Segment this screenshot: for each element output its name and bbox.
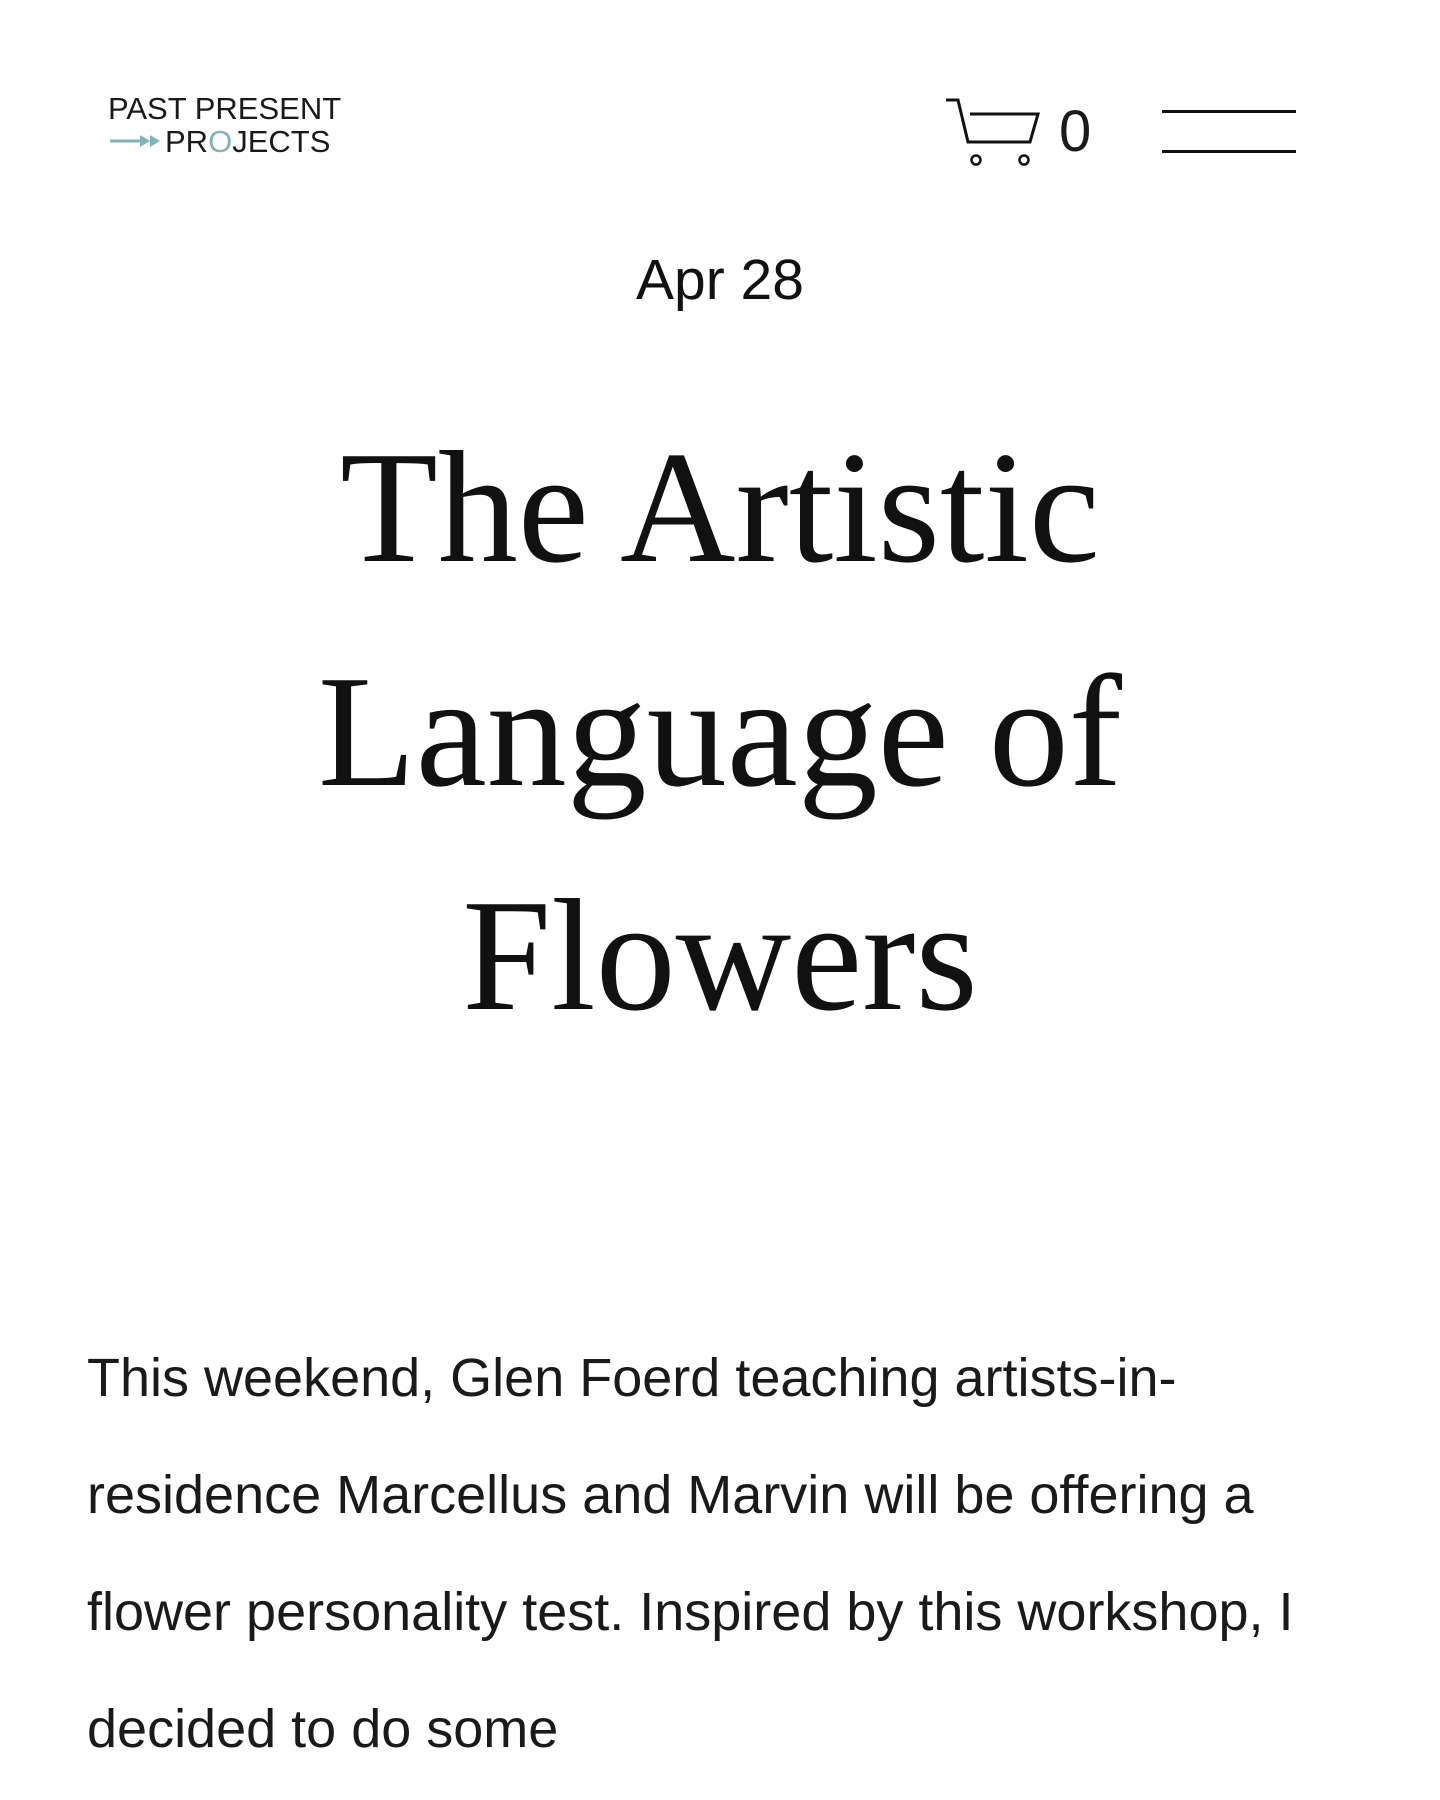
post-title: The Artistic Language of Flowers <box>317 418 1123 1044</box>
menu-button[interactable] <box>1158 106 1298 158</box>
hamburger-menu-icon-line <box>1162 150 1296 153</box>
cart-count: 0 <box>1059 99 1092 164</box>
hamburger-menu-icon <box>1162 110 1296 113</box>
logo-line-2-accent: O <box>208 124 233 159</box>
post-date: Apr 28 <box>636 248 804 312</box>
logo-line-2-suffix: JECTS <box>232 124 331 159</box>
cart-button[interactable]: 0 <box>944 96 1104 176</box>
logo-line-1: PAST PRESENT <box>108 91 342 126</box>
logo-line-2: PROJECTS <box>165 125 330 159</box>
logo-arrow-icon <box>110 135 160 147</box>
cart-icon <box>946 98 1040 166</box>
site-logo[interactable]: PAST PRESENT PROJECTS <box>108 92 358 172</box>
post-body: This weekend, Glen Foerd teaching artist… <box>87 1348 1294 1759</box>
site-header: PAST PRESENT PROJECTS 0 <box>0 0 1440 200</box>
logo-line-2-prefix: PR <box>165 124 209 159</box>
